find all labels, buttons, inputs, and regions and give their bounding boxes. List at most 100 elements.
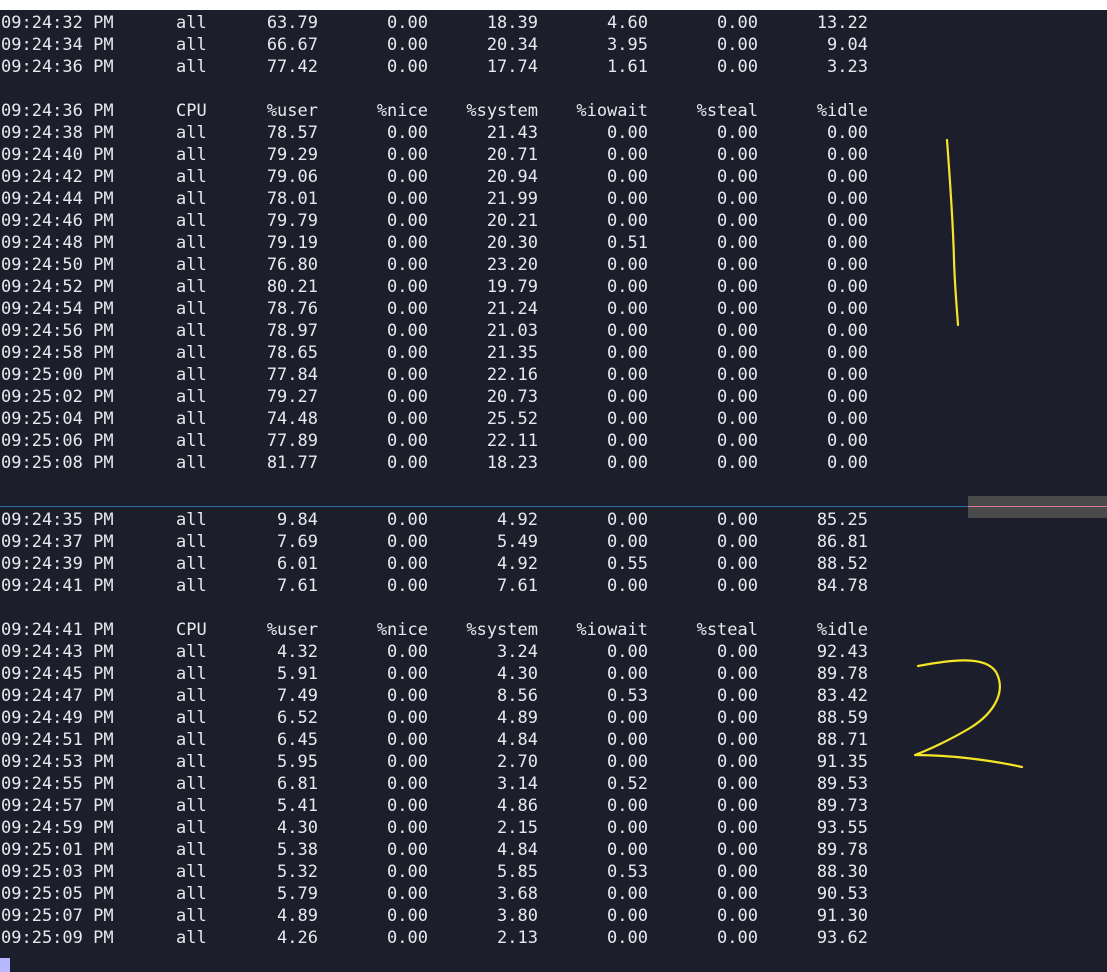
steal-cell: 0.00 <box>717 774 758 794</box>
user-cell: 74.48 <box>266 409 318 429</box>
window-top-strip <box>0 0 1107 10</box>
idle-cell: 91.30 <box>816 906 868 926</box>
system-cell: 20.21 <box>486 211 538 231</box>
user-cell: 4.32 <box>277 642 318 662</box>
resize-handle-line <box>968 506 1107 507</box>
user-cell: 78.65 <box>266 343 318 363</box>
iowait-cell: 0.00 <box>607 708 648 728</box>
user-cell: 63.79 <box>266 13 318 33</box>
idle-cell: 85.25 <box>816 510 868 530</box>
idle-cell: 84.78 <box>816 576 868 596</box>
steal-cell: 0.00 <box>717 928 758 948</box>
iowait-cell: 0.00 <box>607 752 648 772</box>
idle-cell: 86.81 <box>816 532 868 552</box>
cpu-cell: all <box>176 211 207 231</box>
user-cell: 78.76 <box>266 299 318 319</box>
idle-cell: 0.00 <box>827 145 868 165</box>
idle-cell: 0.00 <box>827 409 868 429</box>
system-cell: 4.89 <box>497 708 538 728</box>
system-cell: 22.11 <box>486 431 538 451</box>
time-cell: 09:24:32 PM <box>1 13 114 33</box>
cpu-cell: all <box>176 862 207 882</box>
time-cell: 09:25:00 PM <box>1 365 114 385</box>
user-cell: 5.38 <box>277 840 318 860</box>
idle-cell: %idle <box>816 620 868 640</box>
cpu-cell: all <box>176 365 207 385</box>
idle-cell: 0.00 <box>827 277 868 297</box>
time-cell: 09:24:42 PM <box>1 167 114 187</box>
cpu-cell: all <box>176 453 207 473</box>
time-cell: 09:24:52 PM <box>1 277 114 297</box>
steal-cell: 0.00 <box>717 13 758 33</box>
time-cell: 09:25:01 PM <box>1 840 114 860</box>
terminal-cursor <box>0 958 10 972</box>
iowait-cell: 0.00 <box>607 664 648 684</box>
system-cell: 2.15 <box>497 818 538 838</box>
nice-cell: 0.00 <box>387 387 428 407</box>
iowait-cell: 0.53 <box>607 686 648 706</box>
iowait-cell: 0.00 <box>607 818 648 838</box>
idle-cell: 0.00 <box>827 189 868 209</box>
user-cell: 5.79 <box>277 884 318 904</box>
iowait-cell: 0.00 <box>607 365 648 385</box>
steal-cell: 0.00 <box>717 818 758 838</box>
user-cell: 66.67 <box>266 35 318 55</box>
iowait-cell: 0.00 <box>607 840 648 860</box>
cpu-cell: CPU <box>176 101 207 121</box>
system-cell: 2.70 <box>497 752 538 772</box>
system-cell: 8.56 <box>497 686 538 706</box>
user-cell: 4.30 <box>277 818 318 838</box>
user-cell: 77.89 <box>266 431 318 451</box>
idle-cell: 89.78 <box>816 840 868 860</box>
nice-cell: 0.00 <box>387 431 428 451</box>
steal-cell: 0.00 <box>717 123 758 143</box>
steal-cell: %steal <box>696 101 758 121</box>
terminal-pane-bottom[interactable]: 09:24:35 PM all 9.84 0.00 4.92 0.00 0.00 85.25 0… <box>0 507 1107 972</box>
time-cell: 09:24:55 PM <box>1 774 114 794</box>
terminal-pane-top[interactable]: 09:24:32 PM all 63.79 0.00 18.39 4.60 0.00 13.2… <box>0 10 1107 506</box>
user-cell: 76.80 <box>266 255 318 275</box>
nice-cell: 0.00 <box>387 752 428 772</box>
system-cell: 21.35 <box>486 343 538 363</box>
system-cell: 21.99 <box>486 189 538 209</box>
idle-cell: 93.55 <box>816 818 868 838</box>
nice-cell: 0.00 <box>387 730 428 750</box>
user-cell: 77.84 <box>266 365 318 385</box>
time-cell: 09:24:44 PM <box>1 189 114 209</box>
time-cell: 09:25:07 PM <box>1 906 114 926</box>
idle-cell: 89.78 <box>816 664 868 684</box>
cpu-cell: all <box>176 730 207 750</box>
user-cell: 4.26 <box>277 928 318 948</box>
idle-cell: 89.53 <box>816 774 868 794</box>
time-cell: 09:25:03 PM <box>1 862 114 882</box>
steal-cell: 0.00 <box>717 167 758 187</box>
iowait-cell: 0.00 <box>607 532 648 552</box>
user-cell: 79.79 <box>266 211 318 231</box>
iowait-cell: 0.00 <box>607 321 648 341</box>
iowait-cell: 0.52 <box>607 774 648 794</box>
iowait-cell: 0.00 <box>607 642 648 662</box>
time-cell: 09:24:46 PM <box>1 211 114 231</box>
nice-cell: 0.00 <box>387 233 428 253</box>
nice-cell: 0.00 <box>387 299 428 319</box>
cpu-cell: all <box>176 818 207 838</box>
user-cell: 4.89 <box>277 906 318 926</box>
steal-cell: 0.00 <box>717 277 758 297</box>
nice-cell: 0.00 <box>387 453 428 473</box>
time-cell: 09:25:08 PM <box>1 453 114 473</box>
iowait-cell: 0.51 <box>607 233 648 253</box>
user-cell: 81.77 <box>266 453 318 473</box>
idle-cell: 91.35 <box>816 752 868 772</box>
steal-cell: 0.00 <box>717 642 758 662</box>
time-cell: 09:24:40 PM <box>1 145 114 165</box>
system-cell: 5.85 <box>497 862 538 882</box>
iowait-cell: 0.55 <box>607 554 648 574</box>
idle-cell: 0.00 <box>827 167 868 187</box>
pane-resize-handle[interactable] <box>968 496 1107 518</box>
cpu-cell: all <box>176 884 207 904</box>
steal-cell: 0.00 <box>717 554 758 574</box>
iowait-cell: 0.53 <box>607 862 648 882</box>
nice-cell: %nice <box>376 101 428 121</box>
idle-cell: 90.53 <box>816 884 868 904</box>
user-cell: 7.61 <box>277 576 318 596</box>
